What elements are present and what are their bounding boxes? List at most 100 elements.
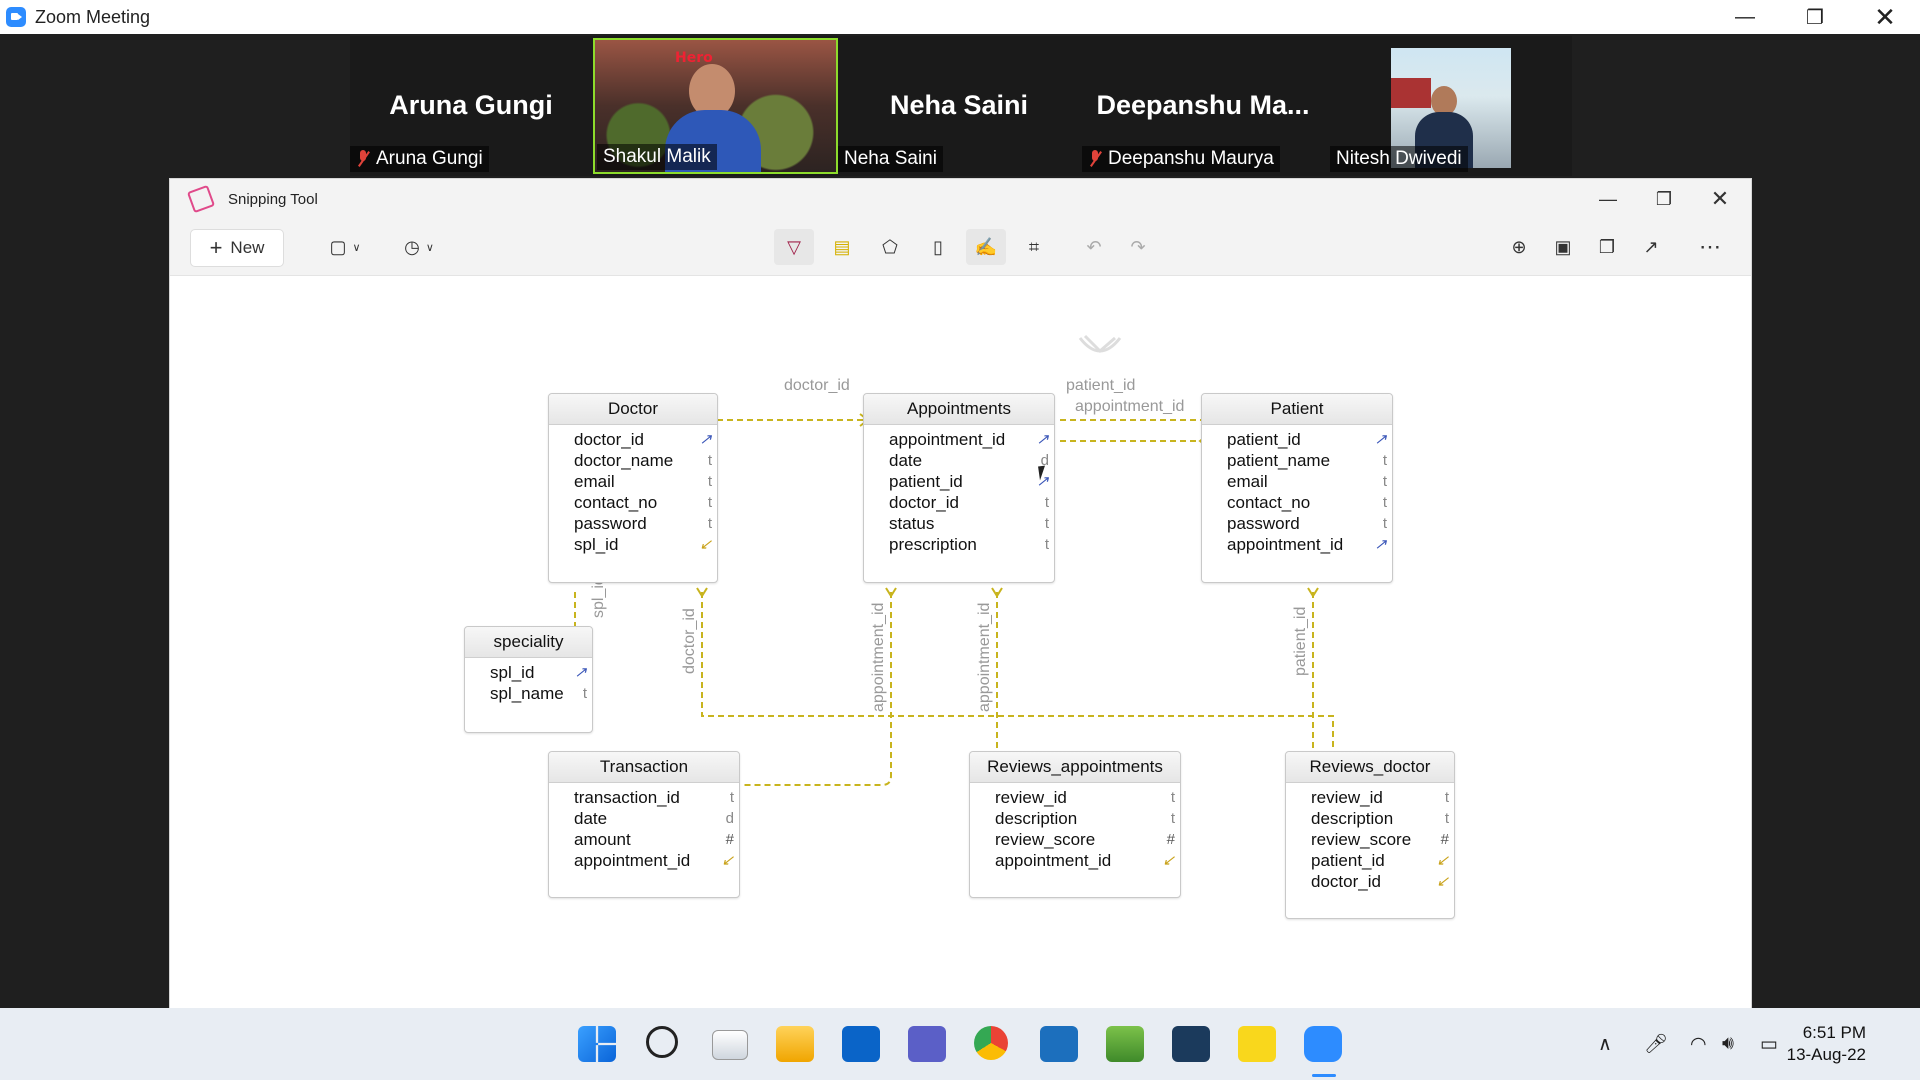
participant-tile-nitesh[interactable]: Nitesh Dwivedi xyxy=(1330,38,1572,174)
field-type-indicator: # xyxy=(725,831,734,848)
participant-tile-neha[interactable]: Neha Saini Neha Saini xyxy=(838,38,1080,174)
table-field-row: appointment_id ↗ xyxy=(864,429,1054,450)
zoom-in-icon: ⊕ xyxy=(1511,236,1527,257)
search-icon[interactable] xyxy=(646,1026,678,1058)
more-button[interactable]: ⋯ xyxy=(1690,229,1730,265)
table-transaction[interactable]: Transaction transaction_id t date d amount # a… xyxy=(548,751,740,898)
snipping-window-title: Snipping Tool xyxy=(228,190,318,208)
touch-writing-button[interactable]: ✍ xyxy=(966,229,1006,265)
participant-name: Neha Saini xyxy=(889,90,1029,120)
sticky-notes-icon[interactable] xyxy=(1238,1026,1276,1062)
table-field-row: review_id t xyxy=(1286,787,1454,808)
zoom-restore-button[interactable]: ❐ xyxy=(1780,0,1850,34)
app-icon[interactable] xyxy=(1106,1026,1144,1062)
table-patient[interactable]: Patient patient_id ↗ patient_name t email t co… xyxy=(1201,393,1393,583)
table-reviews-doctor[interactable]: Reviews_doctor review_id t description t rev… xyxy=(1285,751,1455,919)
eraser-button[interactable]: ⬠ xyxy=(870,229,910,265)
table-field-row: appointment_id ↙ xyxy=(549,850,739,871)
task-view-icon[interactable] xyxy=(712,1030,748,1060)
table-field-row: password t xyxy=(1202,513,1392,534)
table-speciality[interactable]: speciality spl_id ↗ spl_name t xyxy=(464,626,593,733)
snipping-tool-icon xyxy=(186,184,216,214)
crop-button[interactable]: ⌗ xyxy=(1014,229,1054,265)
table-title: Doctor xyxy=(549,394,717,425)
snipping-title-bar: Snipping Tool — ❐ ✕ xyxy=(170,179,1751,219)
file-explorer-icon[interactable] xyxy=(776,1026,814,1062)
table-reviews-appointments[interactable]: Reviews_appointments review_id t descripti… xyxy=(969,751,1181,898)
table-field-row: email t xyxy=(1202,471,1392,492)
field-name: patient_id xyxy=(1227,430,1301,449)
wifi-icon[interactable]: ◠ xyxy=(1690,1008,1707,1080)
table-field-row: amount # xyxy=(549,829,739,850)
participant-tile-aruna[interactable]: Aruna Gungi Aruna Gungi xyxy=(350,38,592,174)
show-hidden-icons-chevron-icon[interactable]: ∧ xyxy=(1598,1008,1612,1080)
redo-button[interactable]: ↷ xyxy=(1118,229,1158,265)
table-field-row: description t xyxy=(970,808,1180,829)
participant-label: Nitesh Dwivedi xyxy=(1330,146,1468,172)
participant-tile-shakul[interactable]: Hero Shakul Malik xyxy=(593,38,838,174)
field-type-indicator: t xyxy=(1382,473,1387,490)
undo-button[interactable]: ↶ xyxy=(1074,229,1114,265)
table-field-row: date d xyxy=(864,450,1054,471)
table-field-row: doctor_id ↗ xyxy=(549,429,717,450)
windows-taskbar: ∧ 🎤︎ ◠ 🔊︎ ▭ 6:51 PM 13-Aug-22 xyxy=(0,1008,1920,1080)
outlook-icon[interactable] xyxy=(842,1026,880,1062)
chrome-icon[interactable] xyxy=(974,1026,1008,1060)
table-field-row: status t xyxy=(864,513,1054,534)
ruler-icon: ▯ xyxy=(933,236,943,257)
zoom-button[interactable]: ⊕ xyxy=(1500,229,1538,265)
start-icon[interactable] xyxy=(578,1026,616,1062)
ballpoint-pen-button[interactable]: ▽ xyxy=(774,229,814,265)
app-icon[interactable] xyxy=(1172,1026,1210,1062)
chevron-down-icon: ∨ xyxy=(352,241,361,254)
participant-label: Aruna Gungi xyxy=(350,146,489,172)
snip-minimize-button[interactable]: — xyxy=(1580,179,1636,219)
field-name: review_id xyxy=(1311,788,1383,807)
primary-key-icon: ↗ xyxy=(1374,536,1387,553)
table-field-row: appointment_id ↙ xyxy=(970,850,1180,871)
zoom-close-button[interactable]: ✕ xyxy=(1850,0,1920,34)
battery-icon[interactable]: ▭ xyxy=(1760,1008,1778,1080)
taskbar-clock[interactable]: 6:51 PM 13-Aug-22 xyxy=(1787,1022,1866,1066)
microphone-icon[interactable]: 🎤︎ xyxy=(1644,1008,1668,1080)
table-field-row: patient_id ↗ xyxy=(864,471,1054,492)
table-title: Patient xyxy=(1202,394,1392,425)
participant-tile-deepanshu[interactable]: Deepanshu Ma... Deepanshu Maurya xyxy=(1082,38,1324,174)
teams-icon[interactable] xyxy=(908,1026,946,1062)
delay-dropdown[interactable]: ◷ ∨ xyxy=(394,229,444,265)
snip-close-button[interactable]: ✕ xyxy=(1692,179,1748,219)
field-name: description xyxy=(995,809,1078,828)
share-button[interactable]: ↗ xyxy=(1632,229,1670,265)
participant-name: Deepanshu Ma... xyxy=(1096,90,1310,120)
rel-label-appointment-id-vertical: appointment_id xyxy=(870,602,887,712)
participant-label-text: Deepanshu Maurya xyxy=(1108,148,1274,169)
table-title: Appointments xyxy=(864,394,1054,425)
copy-button[interactable]: ❐ xyxy=(1588,229,1626,265)
field-name: contact_no xyxy=(1227,493,1311,512)
new-snip-button[interactable]: + New xyxy=(190,229,284,267)
highlighter-button[interactable]: ▤ xyxy=(822,229,862,265)
field-type-indicator: t xyxy=(1382,515,1387,532)
table-field-row: patient_id ↗ xyxy=(1202,429,1392,450)
rel-label-appointment-id-vertical: appointment_id xyxy=(976,602,993,712)
snip-restore-button[interactable]: ❐ xyxy=(1636,179,1692,219)
volume-icon[interactable]: 🔊︎ xyxy=(1722,1008,1734,1080)
table-appointments[interactable]: Appointments appointment_id ↗ date d patient… xyxy=(863,393,1055,583)
faded-mark xyxy=(1078,334,1122,354)
snip-mode-dropdown[interactable]: ▢ ∨ xyxy=(320,229,370,265)
ruler-button[interactable]: ▯ xyxy=(918,229,958,265)
field-name: appointment_id xyxy=(995,851,1112,870)
table-title: Reviews_appointments xyxy=(970,752,1180,783)
field-type-indicator: t xyxy=(1044,515,1049,532)
field-name: doctor_id xyxy=(1311,872,1381,891)
store-icon[interactable] xyxy=(1040,1026,1078,1062)
primary-key-icon: ↗ xyxy=(1374,431,1387,448)
save-button[interactable]: ▣ xyxy=(1544,229,1582,265)
zoom-taskbar-icon[interactable] xyxy=(1304,1026,1342,1062)
field-type-indicator: t xyxy=(1382,452,1387,469)
field-name: status xyxy=(889,514,935,533)
field-name: appointment_id xyxy=(1227,535,1344,554)
zoom-minimize-button[interactable]: — xyxy=(1710,0,1780,34)
copy-icon: ❐ xyxy=(1598,236,1616,257)
table-doctor[interactable]: Doctor doctor_id ↗ doctor_name t email t conta… xyxy=(548,393,718,583)
